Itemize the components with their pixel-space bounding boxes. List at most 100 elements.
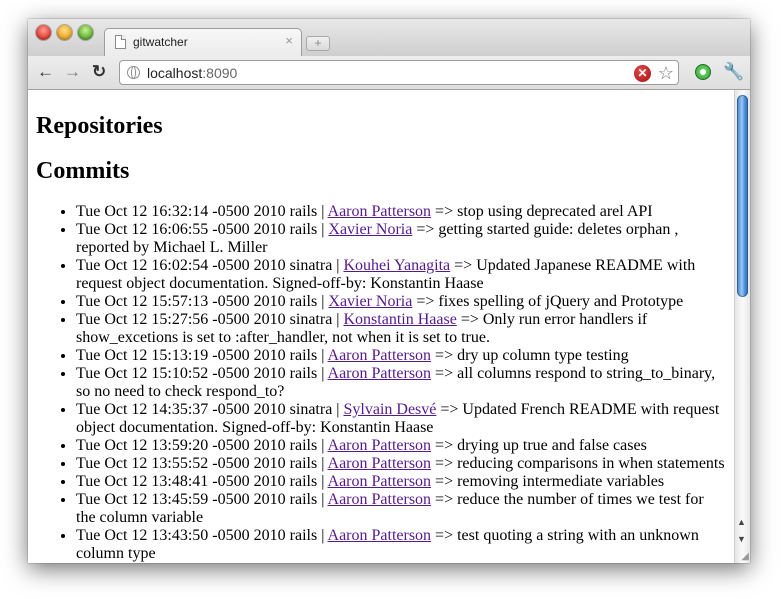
commit-item: Tue Oct 12 16:32:14 -0500 2010 rails | A… [76,203,726,221]
commit-item: Tue Oct 12 13:45:59 -0500 2010 rails | A… [76,491,726,527]
zoom-window-button[interactable] [78,25,93,40]
commit-message: fixes spelling of jQuery and Prototype [438,293,684,310]
commit-date: Tue Oct 12 13:43:50 -0500 2010 [76,527,286,544]
commit-date: Tue Oct 12 13:48:41 -0500 2010 [76,473,286,490]
url-port: :8090 [202,65,238,81]
close-window-button[interactable] [36,25,51,40]
commit-author-link[interactable]: Aaron Patterson [328,491,432,508]
commit-repo: rails [289,203,318,220]
commit-author-link[interactable]: Aaron Patterson [328,527,432,544]
commit-repo: rails [289,221,318,238]
commit-date: Tue Oct 12 16:02:54 -0500 2010 [76,257,286,274]
reload-button[interactable]: ↻ [92,62,106,82]
commit-date: Tue Oct 12 15:13:19 -0500 2010 [76,347,286,364]
arrow: => [454,257,473,274]
address-bar[interactable]: localhost:8090 ✕ ☆ [119,60,679,85]
commit-message: drying up true and false cases [457,437,647,454]
separator: | [321,527,325,544]
commit-item: Tue Oct 12 16:02:54 -0500 2010 sinatra |… [76,257,726,293]
commit-date: Tue Oct 12 14:35:37 -0500 2010 [76,401,286,418]
separator: | [321,221,325,238]
separator: | [321,491,325,508]
arrow: => [440,401,459,418]
commit-item: Tue Oct 12 13:48:41 -0500 2010 rails | A… [76,473,726,491]
arrow: => [416,293,435,310]
repositories-heading: Repositories [36,113,163,139]
commit-item: Tue Oct 12 15:13:19 -0500 2010 rails | A… [76,347,726,365]
resize-grip-icon[interactable]: ◢ [741,552,749,562]
arrow: => [435,527,454,544]
commit-author-link[interactable]: Sylvain Desvé [344,401,437,418]
separator: | [321,293,325,310]
commit-list: Tue Oct 12 16:32:14 -0500 2010 rails | A… [36,203,726,563]
commit-message: removing intermediate variables [457,473,665,490]
commit-author-link[interactable]: Aaron Patterson [328,203,432,220]
bookmark-star-icon[interactable]: ☆ [658,62,674,84]
tab-gitwatcher[interactable]: gitwatcher × [104,28,302,56]
commit-repo: rails [289,365,318,382]
wrench-menu-icon[interactable]: 🔧 [723,62,744,82]
arrow: => [435,347,454,364]
url-host: localhost [147,65,203,81]
commit-date: Tue Oct 12 16:32:14 -0500 2010 [76,203,286,220]
back-button[interactable]: ← [37,62,54,82]
commit-item: Tue Oct 12 13:55:52 -0500 2010 rails | A… [76,455,726,473]
separator: | [336,401,340,418]
arrow: => [435,455,454,472]
scroll-up-arrow-icon[interactable]: ▲ [737,517,746,527]
new-tab-button[interactable]: + [306,36,330,51]
toolbar: ← → ↻ localhost:8090 ✕ ☆ 🔧 [28,56,750,90]
commit-item: Tue Oct 12 15:57:13 -0500 2010 rails | X… [76,293,726,311]
commit-author-link[interactable]: Aaron Patterson [328,347,432,364]
commit-repo: sinatra [289,257,333,274]
commit-message: stop using deprecated arel API [457,203,653,220]
commit-repo: sinatra [289,401,333,418]
commit-date: Tue Oct 12 15:10:52 -0500 2010 [76,365,286,382]
tab-strip: gitwatcher × + [28,19,750,56]
commit-date: Tue Oct 12 15:57:13 -0500 2010 [76,293,286,310]
page-icon [115,35,126,49]
separator: | [321,473,325,490]
commit-author-link[interactable]: Aaron Patterson [328,455,432,472]
scrollbar-thumb[interactable] [737,95,748,297]
commit-author-link[interactable]: Konstantin Haase [344,311,457,328]
commit-repo: rails [289,491,318,508]
separator: | [321,365,325,382]
forward-button[interactable]: → [64,62,81,82]
browser-window: gitwatcher × + ← → ↻ localhost:8090 ✕ ☆ … [28,19,750,563]
commit-author-link[interactable]: Xavier Noria [328,293,412,310]
blocked-content-icon[interactable]: ✕ [634,65,651,82]
commit-item: Tue Oct 12 15:10:52 -0500 2010 rails | A… [76,365,726,401]
commit-date: Tue Oct 12 13:55:52 -0500 2010 [76,455,286,472]
commit-author-link[interactable]: Aaron Patterson [328,437,432,454]
commit-message: reducing comparisons in when statements [457,455,725,472]
separator: | [321,203,325,220]
arrow: => [460,311,479,328]
vertical-scrollbar[interactable]: ▲ ▼ [734,90,750,563]
commit-author-link[interactable]: Kouhei Yanagita [344,257,451,274]
arrow: => [435,203,454,220]
arrow: => [435,473,454,490]
arrow: => [435,437,454,454]
commit-date: Tue Oct 12 15:27:56 -0500 2010 [76,311,286,328]
extension-icon[interactable] [695,64,711,80]
tab-close-icon[interactable]: × [285,34,293,48]
page-viewport: Repositories Commits Tue Oct 12 16:32:14… [28,90,734,563]
url-text[interactable]: localhost:8090 [147,65,237,81]
minimize-window-button[interactable] [57,25,72,40]
commit-repo: sinatra [289,311,333,328]
commit-message: dry up column type testing [457,347,629,364]
commit-date: Tue Oct 12 13:45:59 -0500 2010 [76,491,286,508]
commit-author-link[interactable]: Xavier Noria [328,221,412,238]
commit-author-link[interactable]: Aaron Patterson [328,473,432,490]
commit-author-link[interactable]: Aaron Patterson [328,365,432,382]
separator: | [321,437,325,454]
commit-item: Tue Oct 12 13:59:20 -0500 2010 rails | A… [76,437,726,455]
scroll-down-arrow-icon[interactable]: ▼ [737,534,746,544]
commits-heading: Commits [36,158,130,184]
commit-repo: rails [289,473,318,490]
commit-item: Tue Oct 12 15:27:56 -0500 2010 sinatra |… [76,311,726,347]
globe-icon [127,66,140,79]
commit-repo: rails [289,347,318,364]
commit-item: Tue Oct 12 16:06:55 -0500 2010 rails | X… [76,221,726,257]
